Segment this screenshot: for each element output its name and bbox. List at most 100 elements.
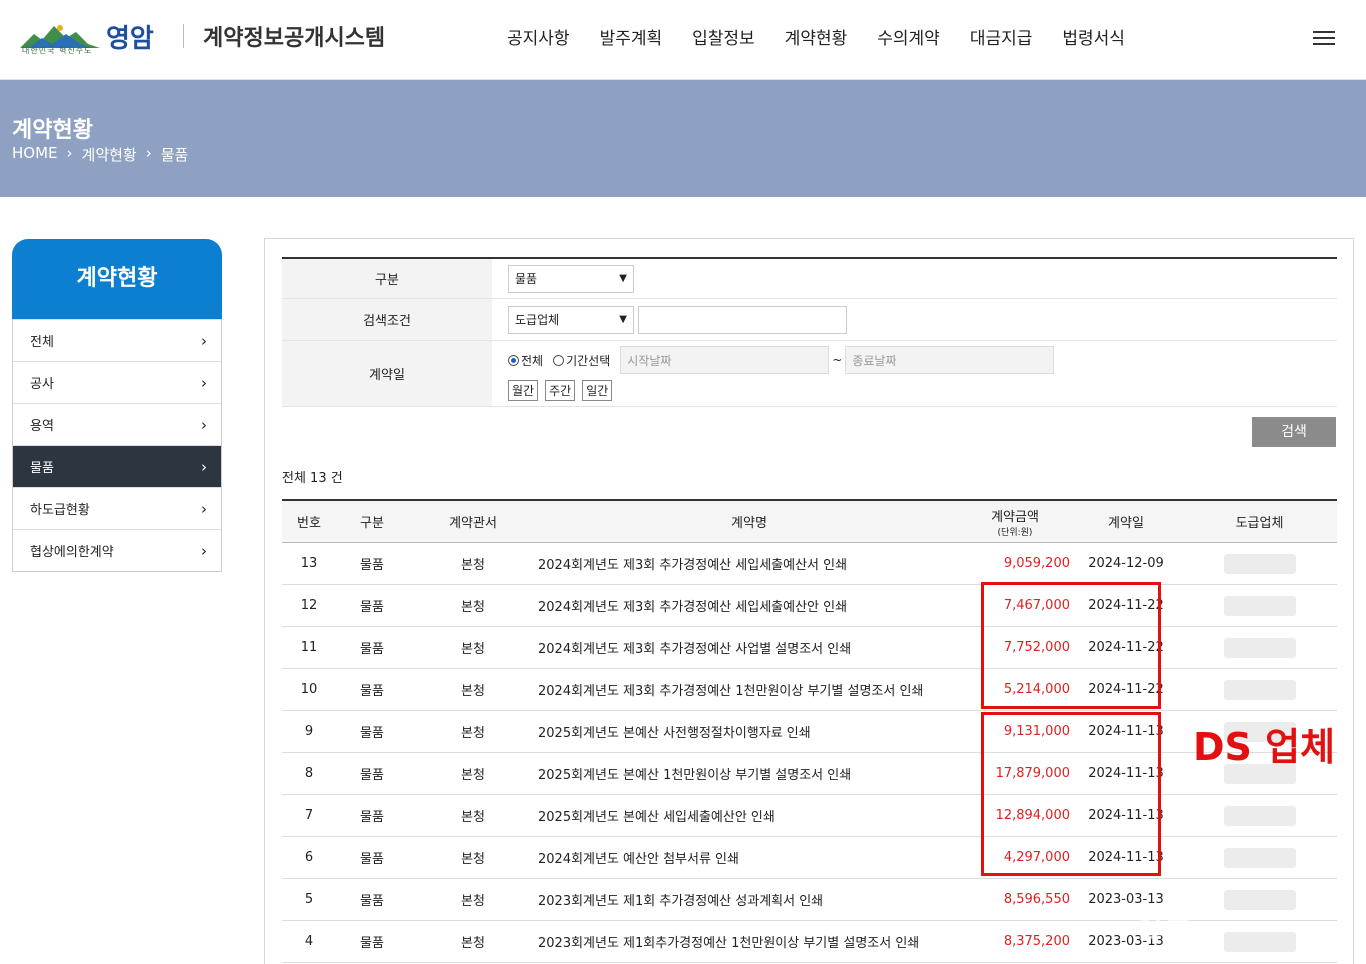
- chevron-right-icon: ›: [201, 415, 207, 434]
- sidebar-item-negotiated[interactable]: 협상에의한계약 ›: [13, 529, 221, 571]
- col-type: 구분: [360, 516, 384, 531]
- redacted-block: [1223, 931, 1296, 952]
- table-row[interactable]: 6 물품 본청 2024회계년도 예산안 첨부서류 인쇄 4,297,000 2024-1…: [282, 837, 1337, 879]
- sidebar-item-label: 공사: [30, 377, 54, 392]
- main-content: 구분 물품 ▼ 검색조건 도급업체 ▼ 계약일 전체 기간선택 시작날짜 ~ 종…: [264, 238, 1354, 964]
- table-row[interactable]: 10 물품 본청 2024회계년도 제3회 추가경정예산 1천만원이상 부기별 설명조…: [282, 669, 1337, 711]
- col-amount-unit: (단위:원): [997, 527, 1033, 538]
- breadcrumb-contract-status[interactable]: 계약현황: [82, 144, 137, 165]
- radio-all[interactable]: 전체: [508, 352, 543, 369]
- table-row[interactable]: 12 물품 본청 2024회계년도 제3회 추가경정예산 세입세출예산안 인쇄 7,46…: [282, 585, 1337, 627]
- cell-name[interactable]: 2025회계년도 본예산 세입세출예산안 인쇄: [538, 795, 960, 836]
- keyword-input[interactable]: [638, 305, 847, 334]
- table-row[interactable]: 7 물품 본청 2025회계년도 본예산 세입세출예산안 인쇄 12,894,000 20…: [282, 795, 1337, 837]
- table-row[interactable]: 9 물품 본청 2025회계년도 본예산 사전행정절차이행자료 인쇄 9,131,000…: [282, 711, 1337, 753]
- cell-no: 10: [300, 682, 318, 697]
- sidebar: 계약현황 전체 › 공사 › 용역 › 물품 › 하도급현황 › 협상에의한계약 ›: [12, 239, 222, 572]
- cell-vendor-redacted: [1182, 669, 1337, 710]
- nav-notice[interactable]: 공지사항: [507, 24, 570, 49]
- radio-checked-icon: [508, 354, 519, 366]
- redacted-block: [1223, 889, 1296, 910]
- cell-no: 5: [304, 892, 314, 907]
- cell-name[interactable]: 2024회계년도 제3회 추가경정예산 1천만원이상 부기별 설명조서 인쇄: [538, 669, 960, 710]
- sidebar-item-service[interactable]: 용역 ›: [13, 403, 221, 445]
- redacted-block: [1223, 847, 1296, 868]
- chevron-right-icon: ›: [201, 541, 207, 560]
- cell-office: 본청: [461, 852, 485, 867]
- radio-unchecked-icon: [553, 354, 565, 366]
- hamburger-menu-icon[interactable]: [1313, 31, 1335, 47]
- nav-law-forms[interactable]: 법령서식: [1062, 24, 1125, 49]
- cell-type: 물품: [360, 810, 384, 825]
- monthly-button[interactable]: 월간: [508, 380, 539, 401]
- cell-name[interactable]: 2024회계년도 예산안 첨부서류 인쇄: [538, 837, 960, 878]
- redacted-block: [1223, 805, 1296, 826]
- sidebar-item-goods[interactable]: 물품 ›: [13, 445, 221, 487]
- cell-no: 8: [304, 766, 314, 781]
- cell-no: 7: [304, 808, 314, 823]
- cell-name[interactable]: 2024회계년도 제3회 추가경정예산 세입세출예산안 인쇄: [538, 585, 960, 626]
- cell-name[interactable]: 2023회계년도 제1회추가경정예산 1천만원이상 부기별 설명조서 인쇄: [538, 921, 960, 962]
- nav-contract-status[interactable]: 계약현황: [785, 24, 848, 49]
- sidebar-item-construction[interactable]: 공사 ›: [13, 361, 221, 403]
- redacted-block: [1223, 637, 1296, 658]
- logo-text: 영암: [106, 24, 154, 54]
- logo[interactable]: 대한민국 혁신수도 영암: [20, 18, 160, 58]
- cell-vendor-redacted: [1182, 585, 1337, 626]
- table-row[interactable]: 11 물품 본청 2024회계년도 제3회 추가경정예산 사업별 설명조서 인쇄 7,7…: [282, 627, 1337, 669]
- cell-date: 2024-12-09: [1088, 556, 1164, 571]
- sidebar-item-subcontract[interactable]: 하도급현황 ›: [13, 487, 221, 529]
- type-label: 구분: [282, 259, 492, 298]
- site-title[interactable]: 계약정보공개시스템: [203, 20, 385, 52]
- cell-no: 11: [300, 640, 318, 655]
- condition-select[interactable]: 도급업체 ▼: [508, 305, 634, 334]
- nav-payment[interactable]: 대금지급: [970, 24, 1033, 49]
- cell-amount: 8,596,550: [1003, 892, 1070, 907]
- start-date-input[interactable]: 시작날짜: [620, 346, 830, 374]
- cell-name[interactable]: 2025회계년도 본예산 사전행정절차이행자료 인쇄: [538, 711, 960, 752]
- radio-period-label: 기간선택: [566, 353, 611, 368]
- cell-no: 13: [300, 556, 318, 571]
- cell-type: 물품: [360, 642, 384, 657]
- chevron-right-icon: ›: [145, 144, 152, 162]
- breadcrumb-home[interactable]: HOME: [12, 144, 58, 165]
- type-select[interactable]: 물품 ▼: [508, 264, 634, 293]
- cell-name[interactable]: 2024회계년도 제3회 추가경정예산 사업별 설명조서 인쇄: [538, 627, 960, 668]
- redacted-block: [1223, 679, 1296, 700]
- cell-office: 본청: [461, 684, 485, 699]
- cell-office: 본청: [461, 642, 485, 657]
- radio-period[interactable]: 기간선택: [553, 352, 610, 369]
- breadcrumb-goods[interactable]: 물품: [161, 144, 189, 165]
- nav-bid-info[interactable]: 입찰정보: [692, 24, 755, 49]
- radio-all-label: 전체: [521, 353, 544, 368]
- cell-type: 물품: [360, 726, 384, 741]
- daily-button[interactable]: 일간: [582, 380, 613, 401]
- nav-private-contract[interactable]: 수의계약: [877, 24, 940, 49]
- table-row[interactable]: 13 물품 본청 2024회계년도 제3회 추가경정예산 세입세출예산서 인쇄 9,05…: [282, 543, 1337, 585]
- weekly-button[interactable]: 주간: [545, 380, 576, 401]
- cell-vendor-redacted: [1182, 921, 1337, 962]
- cell-type: 물품: [360, 684, 384, 699]
- cell-name[interactable]: 2024회계년도 제3회 추가경정예산 세입세출예산서 인쇄: [538, 543, 960, 584]
- col-name: 계약명: [731, 516, 767, 531]
- cell-type: 물품: [360, 558, 384, 573]
- chevron-right-icon: ›: [66, 144, 73, 162]
- cell-name[interactable]: 2023회계년도 제1회 추가경정예산 성과계획서 인쇄: [538, 879, 960, 920]
- cell-office: 본청: [461, 768, 485, 783]
- cell-office: 본청: [461, 558, 485, 573]
- sidebar-title: 계약현황: [12, 239, 222, 319]
- cell-name[interactable]: 2025회계년도 본예산 1천만원이상 부기별 설명조서 인쇄: [538, 753, 960, 794]
- sidebar-item-all[interactable]: 전체 ›: [13, 319, 221, 361]
- chevron-down-icon: ▼: [619, 314, 627, 325]
- cell-type: 물품: [360, 936, 384, 951]
- highlight-box-2: [981, 712, 1161, 876]
- col-no: 번호: [297, 516, 321, 531]
- cell-vendor-redacted: [1182, 837, 1337, 878]
- chevron-right-icon: ›: [201, 499, 207, 518]
- search-button[interactable]: 검색: [1252, 417, 1336, 447]
- nav-order-plan[interactable]: 발주계획: [600, 24, 663, 49]
- cell-vendor-redacted: [1182, 795, 1337, 836]
- cell-type: 물품: [360, 768, 384, 783]
- table-row[interactable]: 8 물품 본청 2025회계년도 본예산 1천만원이상 부기별 설명조서 인쇄 17,8…: [282, 753, 1337, 795]
- end-date-input[interactable]: 종료날짜: [845, 346, 1055, 374]
